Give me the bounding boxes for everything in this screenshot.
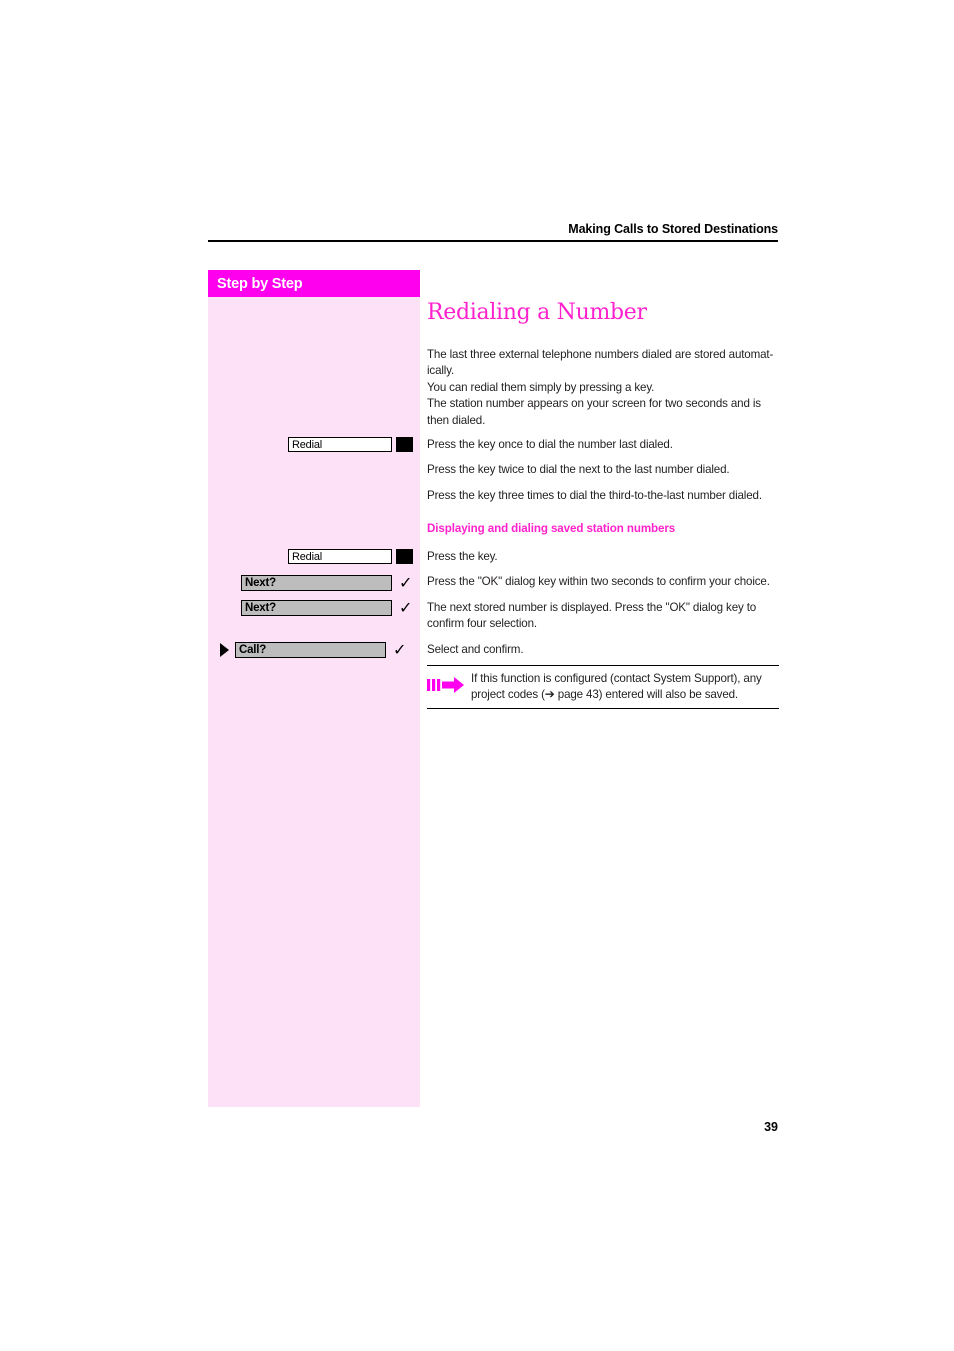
intro-line-1: The last three external telephone number… (427, 348, 774, 361)
step-by-step-sidebar: Step by Step (208, 270, 420, 1107)
step-redial-three-times: Press the key three times to dial the th… (427, 489, 762, 502)
header-divider (208, 240, 778, 242)
sidebar-title-bar: Step by Step (208, 270, 420, 297)
key-row-next-1[interactable]: Next? ✓ (241, 574, 412, 591)
step-next-stored-line-1: The next stored number is displayed. Pre… (427, 601, 757, 614)
running-header: Making Calls to Stored Destinations (208, 222, 778, 242)
intro-line-5: then dialed. (427, 413, 486, 427)
note-text-line-2a: project codes ( (471, 687, 545, 701)
note-text-line-1: If this function is configured (contact … (471, 672, 762, 685)
note-text: If this function is configured (contact … (471, 671, 762, 702)
black-key-icon[interactable] (396, 549, 413, 564)
section-subheading: Displaying and dialing saved station num… (427, 522, 676, 535)
main-content: Redialing a Number The last three extern… (427, 300, 779, 429)
step-redial-once: Press the key once to dial the number la… (427, 438, 673, 451)
page-title: Redialing a Number (427, 300, 647, 325)
dialog-key-next-1[interactable]: Next? (241, 574, 392, 591)
key-row-redial-2[interactable]: Redial (288, 548, 413, 565)
key-row-redial-1[interactable]: Redial (288, 436, 413, 453)
intro-line-2: ically. (427, 364, 455, 378)
magenta-arrow-icon (427, 671, 471, 700)
note-callout: If this function is configured (contact … (427, 665, 779, 709)
checkmark-icon: ✓ (399, 597, 413, 617)
intro-line-4: The station number appears on your scree… (427, 397, 761, 411)
dialog-key-next-2[interactable]: Next? (241, 599, 392, 616)
header-title: Making Calls to Stored Destinations (568, 222, 778, 236)
step-next-stored-number: The next stored number is displayed. Pre… (427, 600, 779, 633)
intro-line-3: You can redial them simply by pressing a… (427, 380, 655, 394)
step-next-stored-line-2: confirm four selection. (427, 617, 537, 631)
key-row-next-2[interactable]: Next? ✓ (241, 599, 412, 616)
display-field-redial-2: Redial (288, 549, 392, 564)
checkmark-icon: ✓ (393, 639, 407, 659)
step-select-and-confirm: Select and confirm. (427, 643, 524, 656)
note-text-line-2b: page 43) entered will also be saved. (554, 687, 738, 701)
black-key-icon[interactable] (396, 437, 413, 452)
step-press-key: Press the key. (427, 550, 498, 563)
select-arrow-icon (220, 642, 229, 657)
sidebar-title: Step by Step (217, 275, 303, 292)
step-ok-two-seconds: Press the "OK" dialog key within two sec… (427, 575, 770, 588)
page-reference-arrow-icon: ➔ (544, 686, 555, 701)
page-number: 39 (764, 1120, 778, 1134)
dialog-key-call[interactable]: Call? (235, 641, 386, 658)
key-row-call[interactable]: Call? ✓ (220, 641, 406, 658)
step-redial-twice: Press the key twice to dial the next to … (427, 463, 730, 476)
intro-paragraph: The last three external telephone number… (427, 347, 779, 429)
display-field-redial-1: Redial (288, 437, 392, 452)
checkmark-icon: ✓ (399, 572, 413, 592)
